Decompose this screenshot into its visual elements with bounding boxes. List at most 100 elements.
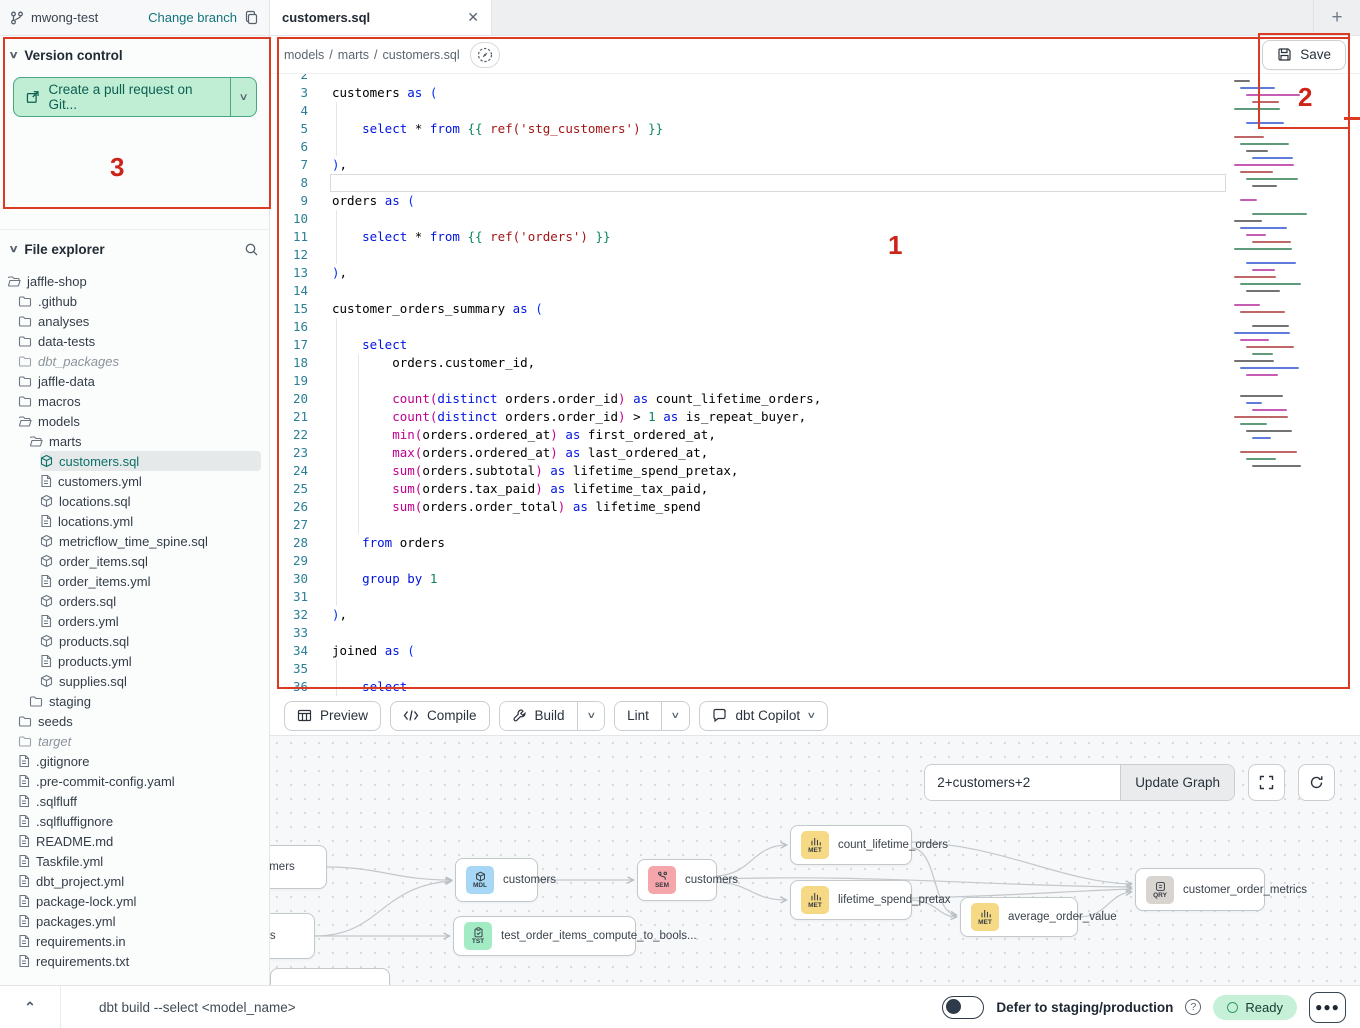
file-tree-item-locations-yml[interactable]: locations.yml (40, 511, 261, 531)
code-line-30[interactable]: 30 group by 1 (270, 570, 1360, 588)
file-tree-item-seeds[interactable]: seeds (18, 711, 261, 731)
command-input[interactable]: dbt build --select <model_name> (99, 1000, 296, 1015)
code-line-17[interactable]: 17 select (270, 336, 1360, 354)
search-icon[interactable] (244, 242, 259, 257)
file-tree-item-taskfile-yml[interactable]: Taskfile.yml (18, 851, 261, 871)
breadcrumb-item[interactable]: models (284, 48, 324, 62)
code-line-32[interactable]: 32), (270, 606, 1360, 624)
code-line-34[interactable]: 34joined as ( (270, 642, 1360, 660)
code-line-10[interactable]: 10 (270, 210, 1360, 228)
code-line-29[interactable]: 29 (270, 552, 1360, 570)
code-line-7[interactable]: 7), (270, 156, 1360, 174)
save-button[interactable]: Save (1262, 40, 1346, 70)
build-button[interactable]: Build (500, 702, 577, 730)
code-line-31[interactable]: 31 (270, 588, 1360, 606)
file-tree-item--sqlfluffignore[interactable]: .sqlfluffignore (18, 811, 261, 831)
tab-customers-sql[interactable]: customers.sql ✕ (270, 0, 492, 35)
create-pull-request-main[interactable]: Create a pull request on Git... (14, 78, 230, 116)
lineage-selector-input[interactable] (925, 765, 1120, 800)
code-line-35[interactable]: 35 (270, 660, 1360, 678)
code-line-8[interactable]: 8 (270, 174, 1360, 192)
file-tree-item-orders-sql[interactable]: orders.sql (40, 591, 261, 611)
file-tree-item-jaffle-data[interactable]: jaffle-data (18, 371, 261, 391)
code-line-25[interactable]: 25 sum(orders.tax_paid) as lifetime_tax_… (270, 480, 1360, 498)
file-tree-item-target[interactable]: target (18, 731, 261, 751)
lineage-node-test_node[interactable]: TSTtest_order_items_compute_to_bools... (453, 916, 636, 956)
lineage-panel[interactable]: stg_customersorders MDLcustomers TSTtest_o… (270, 736, 1360, 985)
file-tree-item--sqlfluff[interactable]: .sqlfluff (18, 791, 261, 811)
change-branch-link[interactable]: Change branch (148, 10, 237, 25)
file-tree-item--gitignore[interactable]: .gitignore (18, 751, 261, 771)
file-tree-item-marts[interactable]: marts (29, 431, 261, 451)
file-tree-item-analyses[interactable]: analyses (18, 311, 261, 331)
code-line-23[interactable]: 23 max(orders.ordered_at) as last_ordere… (270, 444, 1360, 462)
file-tree-item-customers-yml[interactable]: customers.yml (40, 471, 261, 491)
file-tree-item-models[interactable]: models (18, 411, 261, 431)
code-line-9[interactable]: 9orders as ( (270, 192, 1360, 210)
lineage-node-average_order_value[interactable]: METaverage_order_value (960, 897, 1078, 937)
code-line-13[interactable]: 13), (270, 264, 1360, 282)
fullscreen-button[interactable] (1248, 764, 1285, 801)
code-line-27[interactable]: 27 (270, 516, 1360, 534)
code-line-11[interactable]: 11 select * from {{ ref('orders') }} (270, 228, 1360, 246)
code-line-19[interactable]: 19 (270, 372, 1360, 390)
file-tree-item-products-yml[interactable]: products.yml (40, 651, 261, 671)
file-tree-item-customers-sql[interactable]: customers.sql (40, 451, 261, 471)
lineage-node-customers_mdl[interactable]: MDLcustomers (455, 858, 538, 902)
new-tab-button[interactable]: + (1313, 0, 1360, 35)
pull-request-dropdown-button[interactable]: ∨ (230, 78, 256, 116)
breadcrumb-item[interactable]: marts (338, 48, 369, 62)
file-tree-item-requirements-in[interactable]: requirements.in (18, 931, 261, 951)
lineage-node-clipped_node[interactable] (270, 968, 390, 985)
copy-icon[interactable] (244, 10, 259, 25)
file-tree-item-macros[interactable]: macros (18, 391, 261, 411)
create-pull-request-button[interactable]: Create a pull request on Git... ∨ (13, 77, 257, 117)
code-line-22[interactable]: 22 min(orders.ordered_at) as first_order… (270, 426, 1360, 444)
code-line-6[interactable]: 6 (270, 138, 1360, 156)
file-explorer-header[interactable]: ∨ File explorer (0, 229, 269, 265)
file-tree-item-order-items-sql[interactable]: order_items.sql (40, 551, 261, 571)
lineage-node-customer_order_metrics[interactable]: QRYcustomer_order_metrics (1135, 868, 1265, 911)
code-line-16[interactable]: 16 (270, 318, 1360, 336)
lineage-node-orders_src[interactable]: orders (270, 913, 315, 959)
code-line-4[interactable]: 4 (270, 102, 1360, 120)
lint-button[interactable]: Lint (615, 702, 661, 730)
code-line-36[interactable]: 36 select (270, 678, 1360, 696)
lineage-node-stg_customers[interactable]: stg_customers (270, 845, 327, 889)
build-dropdown[interactable]: ∨ (577, 702, 605, 730)
file-tree-item-orders-yml[interactable]: orders.yml (40, 611, 261, 631)
code-line-14[interactable]: 14 (270, 282, 1360, 300)
file-tree-item-locations-sql[interactable]: locations.sql (40, 491, 261, 511)
code-line-26[interactable]: 26 sum(orders.order_total) as lifetime_s… (270, 498, 1360, 516)
code-line-18[interactable]: 18 orders.customer_id, (270, 354, 1360, 372)
code-line-28[interactable]: 28 from orders (270, 534, 1360, 552)
refresh-button[interactable] (1298, 764, 1335, 801)
code-line-12[interactable]: 12 (270, 246, 1360, 264)
minimap[interactable] (1232, 76, 1320, 506)
file-tree-item-data-tests[interactable]: data-tests (18, 331, 261, 351)
file-tree-item-readme-md[interactable]: README.md (18, 831, 261, 851)
version-control-header[interactable]: ∨ Version control (0, 36, 269, 73)
tab-close-icon[interactable]: ✕ (467, 9, 479, 26)
lint-dropdown[interactable]: ∨ (661, 702, 689, 730)
breadcrumb-item[interactable]: customers.sql (383, 48, 460, 62)
defer-toggle[interactable] (942, 996, 984, 1019)
lineage-node-lifetime_spend_pretax[interactable]: METlifetime_spend_pretax (790, 880, 912, 920)
code-line-2[interactable]: 2 (270, 74, 1360, 84)
code-line-24[interactable]: 24 sum(orders.subtotal) as lifetime_spen… (270, 462, 1360, 480)
lineage-node-count_lifetime_orders[interactable]: METcount_lifetime_orders (790, 825, 912, 865)
file-tree-item-metricflow-time-spine-sql[interactable]: metricflow_time_spine.sql (40, 531, 261, 551)
file-tree-item-products-sql[interactable]: products.sql (40, 631, 261, 651)
expand-console-icon[interactable]: ⌃ (0, 999, 60, 1016)
file-tree-item-packages-yml[interactable]: packages.yml (18, 911, 261, 931)
lineage-compass-button[interactable] (470, 42, 500, 68)
file-tree-item--github[interactable]: .github (18, 291, 261, 311)
more-options-button[interactable]: ●●● (1309, 992, 1346, 1023)
file-tree-item--pre-commit-config-yaml[interactable]: .pre-commit-config.yaml (18, 771, 261, 791)
code-line-5[interactable]: 5 select * from {{ ref('stg_customers') … (270, 120, 1360, 138)
help-icon[interactable]: ? (1185, 999, 1201, 1015)
file-tree-item-staging[interactable]: staging (29, 691, 261, 711)
file-tree-item-supplies-sql[interactable]: supplies.sql (40, 671, 261, 691)
code-line-21[interactable]: 21 count(distinct orders.order_id) > 1 a… (270, 408, 1360, 426)
update-graph-button[interactable]: Update Graph (1120, 765, 1234, 800)
